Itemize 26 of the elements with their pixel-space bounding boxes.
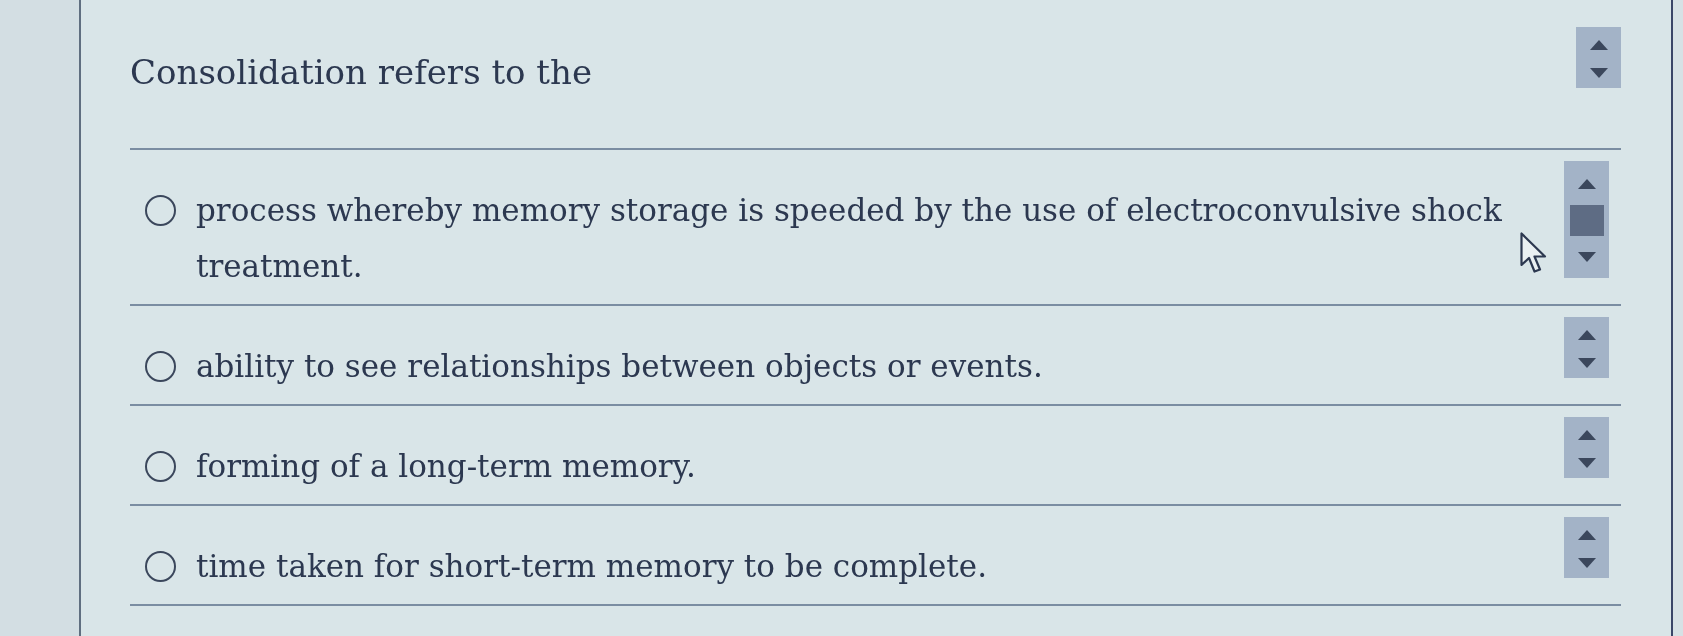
mouse-pointer-icon <box>1520 232 1547 274</box>
caret-down-icon[interactable] <box>1577 252 1596 262</box>
caret-up-icon[interactable] <box>1577 330 1596 340</box>
option-text: time taken for short-term memory to be complete. <box>196 547 987 586</box>
caret-up-icon[interactable] <box>1577 530 1596 540</box>
question-text: Consolidation refers to the <box>130 51 592 94</box>
radio-button[interactable] <box>145 351 176 382</box>
scrollbar[interactable] <box>1576 27 1621 88</box>
caret-up-icon[interactable] <box>1577 179 1596 189</box>
caret-down-icon[interactable] <box>1577 358 1596 368</box>
radio-button[interactable] <box>145 195 176 226</box>
scrollbar-thumb[interactable] <box>1569 205 1604 236</box>
caret-down-icon[interactable] <box>1577 558 1596 568</box>
scrollbar[interactable] <box>1564 161 1609 278</box>
radio-button[interactable] <box>145 551 176 582</box>
scrollbar[interactable] <box>1564 417 1609 478</box>
option-text: process whereby memory storage is speeded by the use of electroconvulsive shock treatment. <box>196 191 1503 286</box>
scrollbar[interactable] <box>1564 517 1609 578</box>
scrollbar[interactable] <box>1564 317 1609 378</box>
option-text: ability to see relationships between objects or events. <box>196 347 1043 386</box>
caret-down-icon[interactable] <box>1577 458 1596 468</box>
option-text: forming of a long-term memory. <box>196 447 696 486</box>
caret-down-icon[interactable] <box>1589 68 1608 78</box>
caret-up-icon[interactable] <box>1589 40 1608 50</box>
caret-up-icon[interactable] <box>1577 430 1596 440</box>
radio-button[interactable] <box>145 451 176 482</box>
